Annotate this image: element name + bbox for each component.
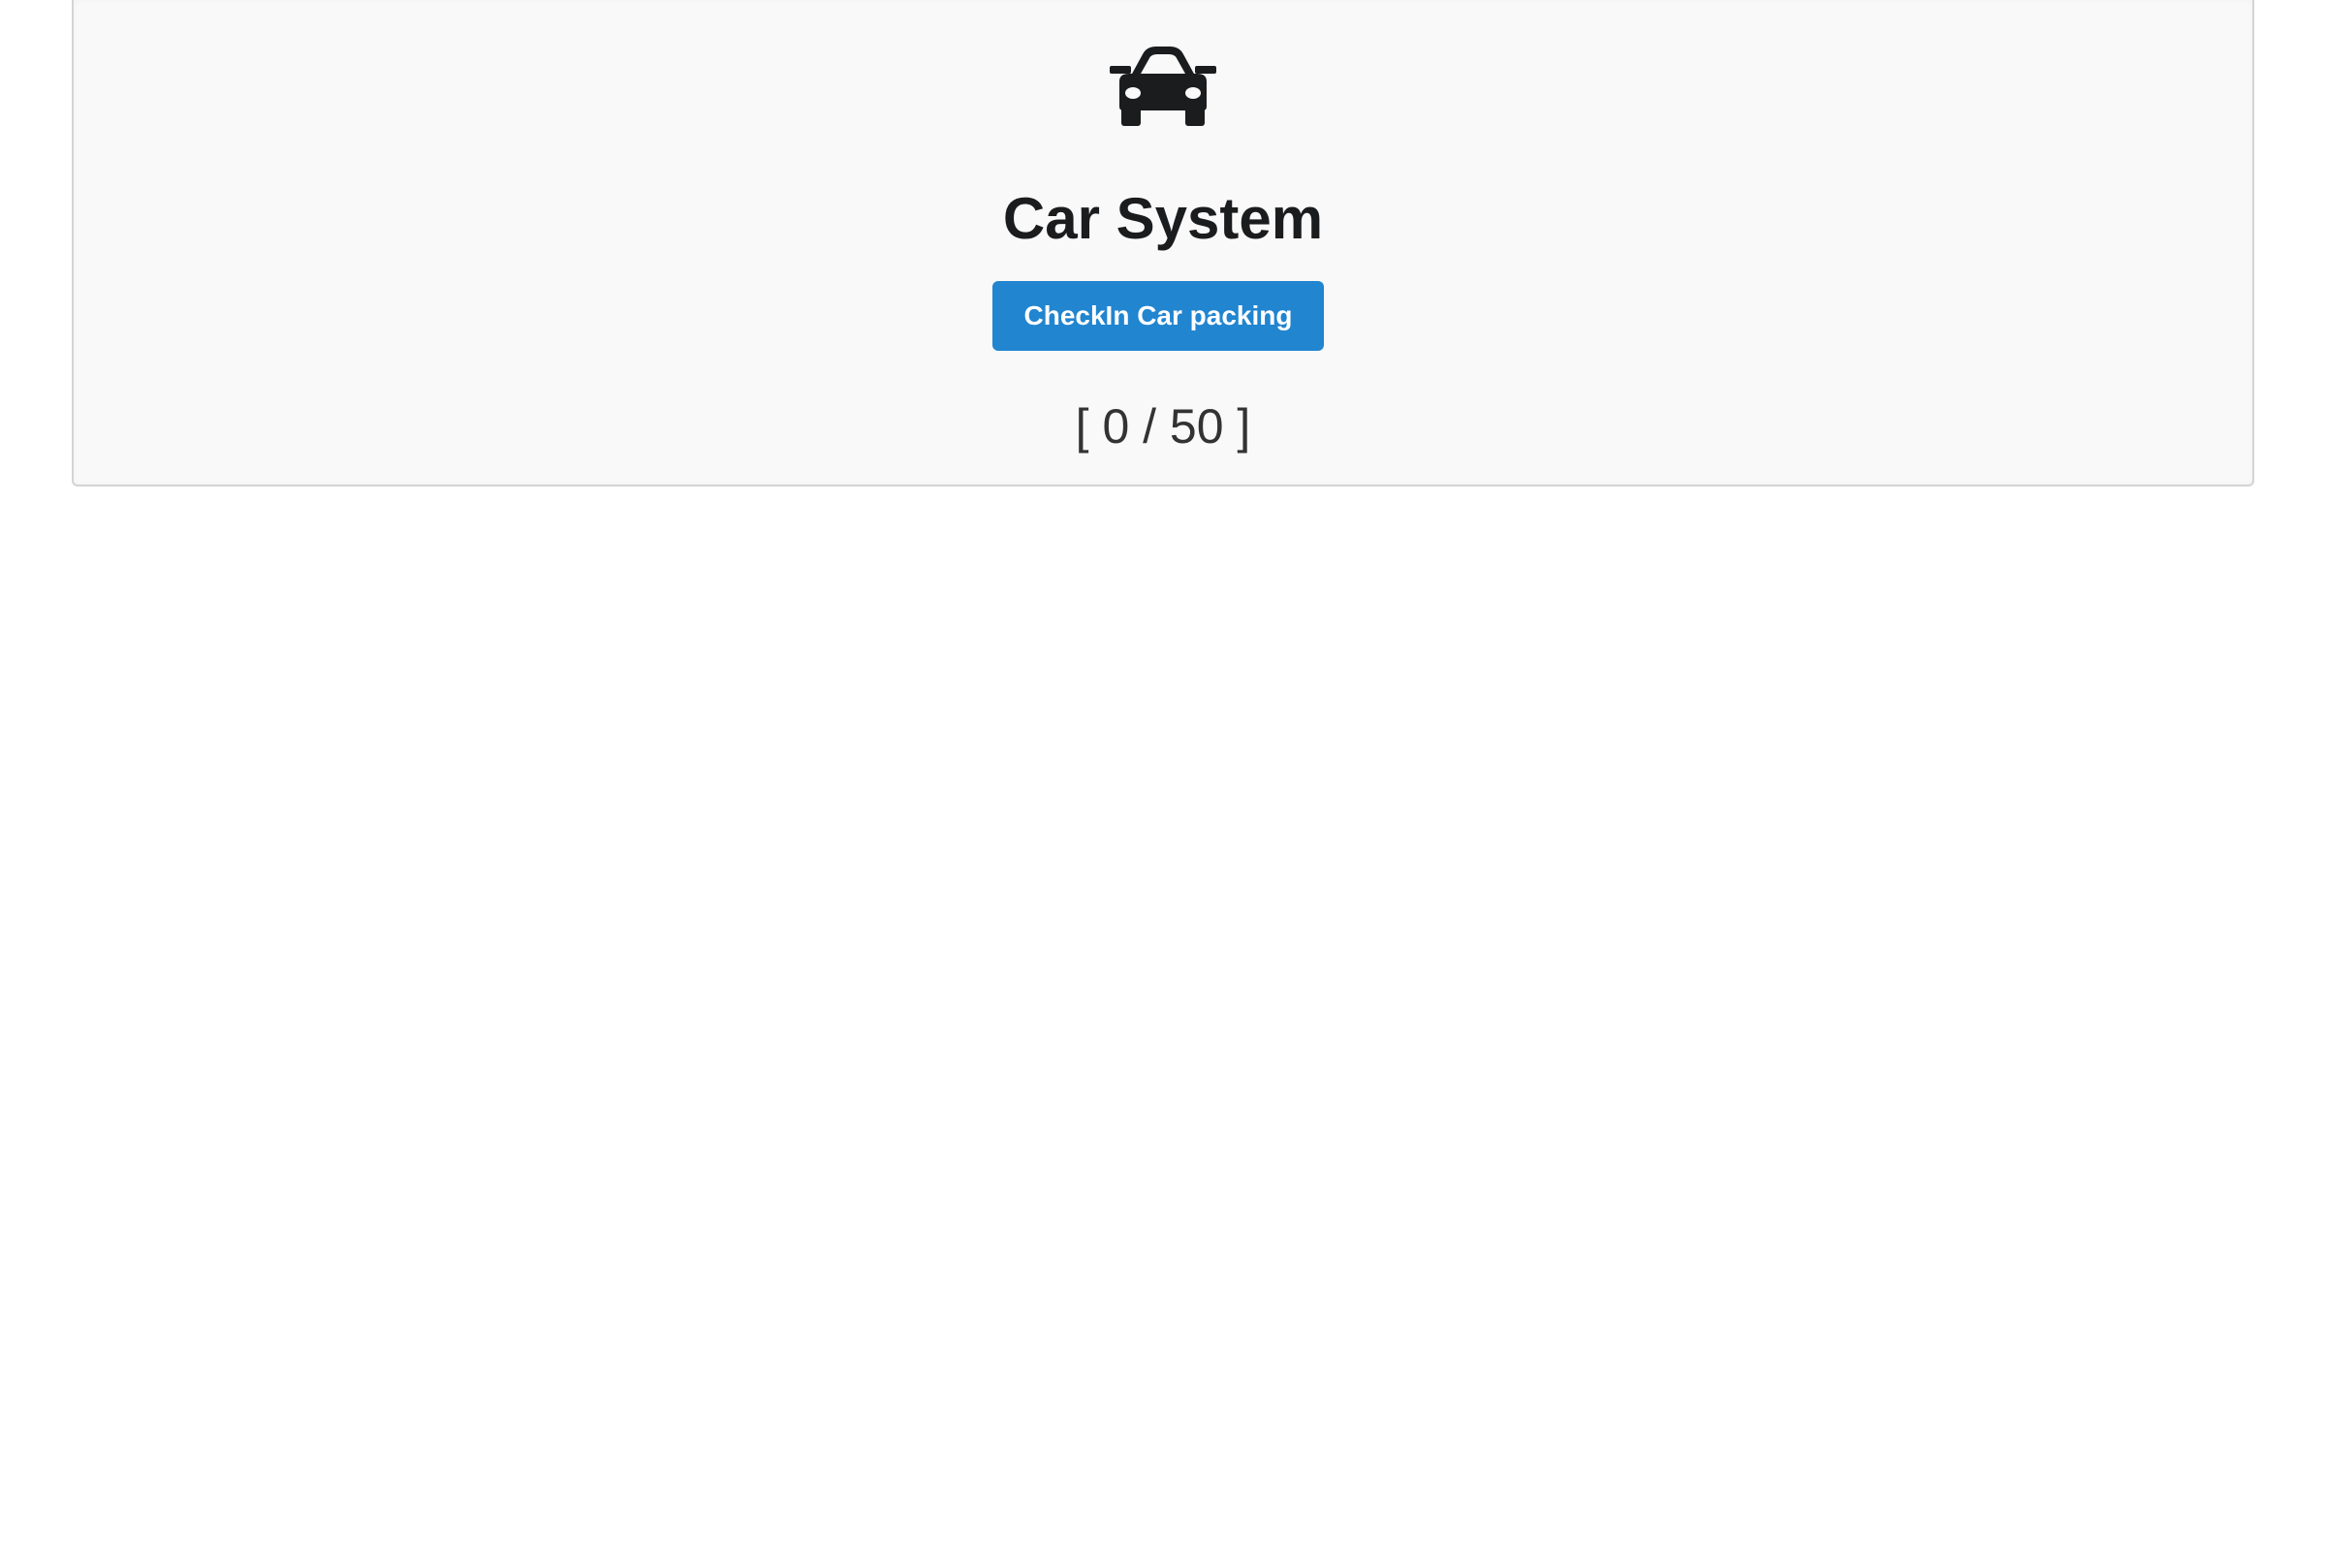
parking-capacity-counter: [ 0 / 50 ] bbox=[1075, 399, 1251, 454]
car-icon bbox=[1110, 43, 1216, 126]
checkin-car-parking-button[interactable]: CheckIn Car packing bbox=[992, 281, 1324, 351]
page-title: Car System bbox=[1002, 186, 1324, 251]
